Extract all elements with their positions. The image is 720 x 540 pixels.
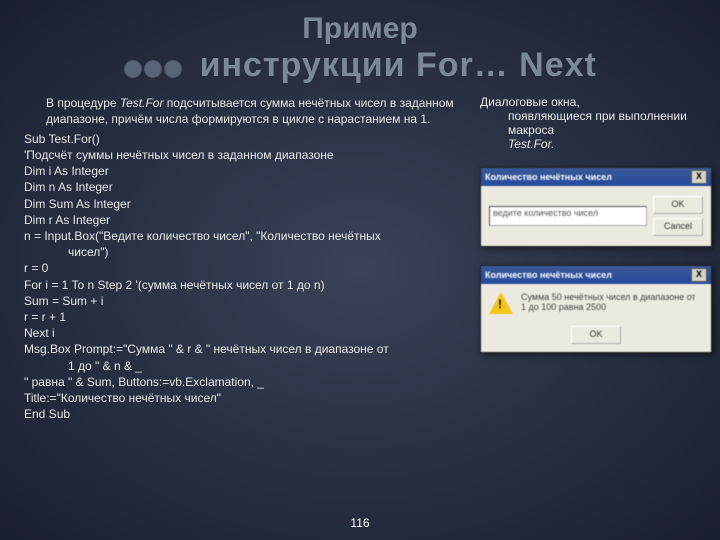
ok-button[interactable]: OK	[653, 196, 703, 214]
right-note: Диалоговые окна, появляющиеся при выполн…	[480, 95, 712, 151]
code-line: r = r + 1	[24, 309, 464, 325]
dialog-message: Сумма 50 нечётных чисел в диапазоне от 1…	[521, 292, 703, 312]
dialog-title: Количество нечётных чисел	[485, 172, 612, 182]
page-number: 116	[0, 516, 720, 530]
proc-name-ref: Test.For.	[480, 137, 554, 151]
slide-title: Пример инструкции For… Next	[0, 0, 720, 87]
input-dialog: Количество нечётных чисел X ведите колич…	[480, 167, 712, 247]
code-line: Dim r As Integer	[24, 212, 464, 228]
code-line: n = Input.Box("Ведите количество чисел",…	[24, 228, 464, 244]
code-line: 'Подсчёт суммы нечётных чисел в заданном…	[24, 147, 464, 163]
warning-icon	[489, 292, 513, 314]
dialog-title: Количество нечётных чисел	[485, 270, 612, 280]
intro-paragraph: В процедуре Test.For подсчитывается сумм…	[46, 95, 464, 127]
code-line: " равна " & Sum, Buttons:=vb.Exclamation…	[24, 374, 464, 390]
code-line: Sum = Sum + i	[24, 293, 464, 309]
close-icon[interactable]: X	[691, 268, 707, 282]
code-line: r = 0	[24, 260, 464, 276]
bullet-dots-icon	[123, 48, 183, 87]
input-field[interactable]: ведите количество чисел	[489, 206, 647, 226]
dialog-titlebar: Количество нечётных чисел X	[481, 266, 711, 284]
cancel-button[interactable]: Cancel	[653, 218, 703, 236]
ok-button[interactable]: OK	[571, 326, 621, 344]
right-column: Диалоговые окна, появляющиеся при выполн…	[464, 95, 712, 423]
title-line-1: Пример	[0, 12, 720, 46]
title-line-2: инструкции For… Next	[0, 46, 720, 87]
code-line: Sub Test.For()	[24, 131, 464, 147]
code-line: Dim n As Integer	[24, 179, 464, 195]
title-prefix: инструкции	[200, 46, 406, 84]
code-line: чисел")	[24, 244, 464, 260]
dialog-titlebar: Количество нечётных чисел X	[481, 168, 711, 186]
code-line: Msg.Box Prompt:="Сумма " & r & " нечётны…	[24, 341, 464, 357]
code-line: Next i	[24, 325, 464, 341]
code-line: Dim Sum As Integer	[24, 196, 464, 212]
title-keyword: For… Next	[416, 46, 597, 84]
code-line: Dim i As Integer	[24, 163, 464, 179]
proc-name: Test.For	[120, 96, 164, 110]
code-column: В процедуре Test.For подсчитывается сумм…	[24, 95, 464, 423]
close-icon[interactable]: X	[691, 170, 707, 184]
code-line: Title:="Количество нечётных чисел"	[24, 390, 464, 406]
code-line: 1 до " & n & _	[24, 358, 464, 374]
code-line: End Sub	[24, 406, 464, 422]
code-line: For i = 1 To n Step 2 '(сумма нечётных ч…	[24, 277, 464, 293]
message-dialog: Количество нечётных чисел X Сумма 50 неч…	[480, 265, 712, 353]
